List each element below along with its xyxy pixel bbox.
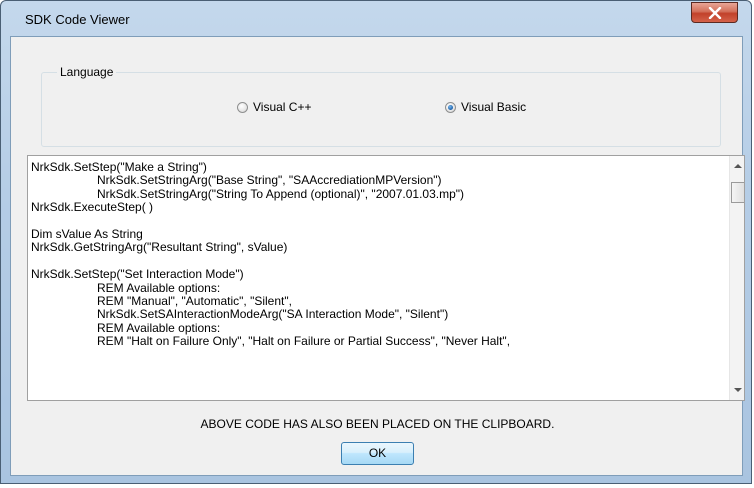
window-title: SDK Code Viewer [25, 12, 130, 27]
radio-visual-cpp-circle[interactable] [237, 101, 248, 113]
dialog-client-area: Language Visual C++ Visual Basic NrkSdk.… [10, 36, 745, 476]
code-line: REM "Manual", "Automatic", "Silent", [97, 294, 292, 309]
code-line: NrkSdk.SetSAInteractionModeArg("SA Inter… [97, 307, 449, 322]
radio-visual-basic-label: Visual Basic [461, 100, 527, 114]
scroll-down-arrow-icon[interactable] [734, 388, 742, 392]
code-line: NrkSdk.SetStep("Set Interaction Mode") [31, 267, 244, 282]
scroll-thumb[interactable] [731, 182, 744, 203]
language-group [41, 72, 721, 147]
code-line: REM "Halt on Failure Only", "Halt on Fai… [97, 334, 511, 349]
language-group-legend: Language [57, 65, 117, 79]
scroll-up-arrow-icon[interactable] [734, 164, 742, 168]
code-content: NrkSdk.SetStep("Make a String") NrkSdk.Se… [31, 160, 721, 349]
code-line: REM Available options: [97, 320, 221, 335]
code-line: NrkSdk.SetStringArg("Base String", "SAAc… [97, 173, 442, 188]
code-line: NrkSdk.GetStringArg("Resultant String", … [31, 240, 288, 255]
code-line: NrkSdk.SetStringArg("String To Append (o… [97, 186, 465, 201]
code-textarea[interactable]: NrkSdk.SetStep("Make a String") NrkSdk.Se… [27, 155, 745, 401]
radio-visual-basic-circle[interactable] [445, 101, 456, 113]
vertical-scrollbar[interactable] [729, 156, 744, 400]
radio-visual-cpp-label: Visual C++ [253, 100, 312, 114]
code-line: Dim sValue As String [31, 227, 143, 242]
code-line: NrkSdk.ExecuteStep( ) [31, 200, 154, 215]
code-line: REM Available options: [97, 280, 221, 295]
dialog-window: SDK Code Viewer Language Visual C++ Visu… [0, 0, 752, 484]
close-icon [708, 7, 722, 19]
close-button[interactable] [691, 2, 738, 23]
ok-button-label: OK [368, 446, 387, 460]
radio-visual-basic[interactable]: Visual Basic [445, 100, 526, 114]
title-bar[interactable]: SDK Code Viewer [1, 1, 751, 36]
radio-visual-cpp[interactable]: Visual C++ [237, 100, 311, 114]
clipboard-notice: ABOVE CODE HAS ALSO BEEN PLACED ON THE C… [200, 417, 555, 431]
code-line: NrkSdk.SetStep("Make a String") [31, 160, 207, 174]
ok-button[interactable]: OK [341, 442, 414, 465]
